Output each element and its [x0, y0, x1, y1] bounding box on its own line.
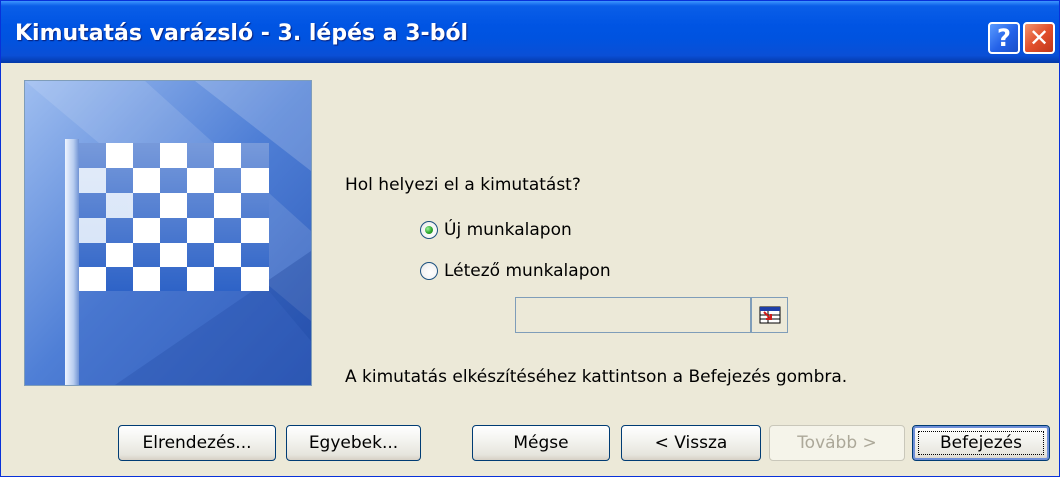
placement-question: Hol helyezi el a kimutatást?: [345, 175, 581, 195]
next-button[interactable]: Tovább >: [769, 425, 905, 461]
options-button[interactable]: Egyebek...: [286, 425, 421, 461]
radio-existing-sheet[interactable]: Létező munkalapon: [420, 261, 611, 281]
collapse-dialog-icon: [759, 306, 781, 324]
collapse-dialog-button[interactable]: [751, 297, 788, 333]
radio-new-sheet-label[interactable]: Új munkalapon: [444, 220, 572, 240]
checkered-flag-svg: [25, 81, 311, 385]
radio-existing-sheet-button[interactable]: [420, 262, 438, 280]
radio-selected-dot: [425, 226, 433, 234]
finish-hint: A kimutatás elkészítéséhez kattintson a …: [345, 367, 848, 387]
title-bar[interactable]: Kimutatás varázsló - 3. lépés a 3-ból ? …: [1, 1, 1059, 63]
finish-button[interactable]: Befejezés: [912, 425, 1050, 461]
radio-new-sheet-button[interactable]: [420, 221, 438, 239]
window-title: Kimutatás varázsló - 3. lépés a 3-ból: [15, 21, 469, 46]
location-reference-input[interactable]: [515, 297, 751, 333]
pivot-wizard-dialog: Kimutatás varázsló - 3. lépés a 3-ból ? …: [0, 0, 1060, 477]
close-button[interactable]: ✕: [1023, 22, 1055, 54]
radio-existing-sheet-label[interactable]: Létező munkalapon: [444, 261, 611, 281]
focus-rect: [918, 431, 1044, 455]
layout-button[interactable]: Elrendezés...: [118, 425, 276, 461]
help-icon: ?: [997, 24, 1011, 52]
back-button[interactable]: < Vissza: [621, 425, 761, 461]
cancel-button[interactable]: Mégse: [472, 425, 610, 461]
radio-new-sheet[interactable]: Új munkalapon: [420, 220, 572, 240]
checkered-flag-graphic: [24, 80, 312, 386]
help-button[interactable]: ?: [988, 22, 1020, 54]
close-icon: ✕: [1028, 24, 1050, 52]
